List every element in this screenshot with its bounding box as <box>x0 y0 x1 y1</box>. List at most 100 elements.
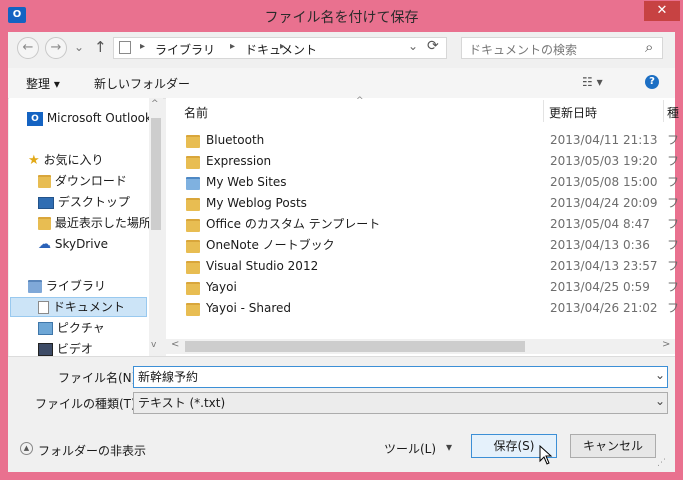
back-button[interactable]: ← <box>17 37 39 59</box>
file-modified: 2013/05/08 15:00 <box>550 175 658 189</box>
sidebar-item-downloads[interactable]: ダウンロード <box>38 171 127 191</box>
table-row[interactable]: Bluetooth 2013/04/11 21:13 フ <box>170 130 679 151</box>
sidebar-item-label: デスクトップ <box>57 195 130 209</box>
document-library-icon <box>119 41 131 54</box>
scroll-right-icon[interactable]: > <box>662 339 670 350</box>
file-type: フ <box>667 133 680 147</box>
filetype-label: ファイルの種類(T): <box>35 397 140 411</box>
refresh-icon[interactable]: ⟳ <box>427 38 439 54</box>
sidebar-item-documents[interactable]: ドキュメント <box>38 297 125 317</box>
sidebar-item-label: お気に入り <box>43 153 104 167</box>
view-options-icon[interactable]: ☷ ▾ <box>582 75 603 89</box>
file-modified: 2013/04/25 0:59 <box>550 280 650 294</box>
sidebar-item-label: Microsoft Outlook <box>46 111 152 125</box>
sidebar-item-label: ピクチャ <box>56 321 105 335</box>
file-modified: 2013/04/11 21:13 <box>550 133 658 147</box>
file-modified: 2013/04/24 20:09 <box>550 196 658 210</box>
search-icon[interactable]: ⌕ <box>645 38 653 56</box>
divider <box>8 356 675 357</box>
folder-icon <box>186 135 200 148</box>
document-icon <box>38 301 49 314</box>
window-title: ファイル名を付けて保存 <box>264 10 419 26</box>
table-row[interactable]: Visual Studio 2012 2013/04/13 23:57 フ <box>170 256 679 277</box>
forward-button[interactable]: → <box>45 37 67 59</box>
file-modified: 2013/05/04 8:47 <box>550 217 650 231</box>
table-row[interactable]: My Web Sites 2013/05/08 15:00 フ <box>170 172 679 193</box>
hide-folders-button[interactable]: フォルダーの非表示 <box>38 442 146 459</box>
organize-menu[interactable]: 整理 ▾ <box>26 75 60 92</box>
video-icon <box>38 343 53 356</box>
picture-icon <box>38 322 53 335</box>
file-modified: 2013/04/26 21:02 <box>550 301 658 315</box>
filename-label: ファイル名(N): <box>58 371 141 385</box>
file-type: フ <box>667 196 680 210</box>
column-header-modified[interactable]: 更新日時 <box>549 104 597 121</box>
column-header-name[interactable]: 名前 <box>184 104 208 121</box>
sidebar-item-desktop[interactable]: デスクトップ <box>38 192 130 212</box>
recent-locations-icon[interactable]: ⌄ <box>74 40 84 54</box>
file-modified: 2013/04/13 0:36 <box>550 238 650 252</box>
table-row[interactable]: Expression 2013/05/03 19:20 フ <box>170 151 679 172</box>
sidebar-item-recent-places[interactable]: 最近表示した場所 <box>38 213 151 233</box>
desktop-icon <box>38 196 54 209</box>
sidebar-item-favorites[interactable]: ★ お気に入り <box>28 150 104 170</box>
mouse-cursor-icon <box>539 445 553 465</box>
file-type: フ <box>667 238 680 252</box>
new-folder-button[interactable]: 新しいフォルダー <box>94 75 190 92</box>
search-input[interactable]: ドキュメントの検索 <box>469 41 577 58</box>
column-divider[interactable] <box>543 100 544 122</box>
sidebar-item-label: ライブラリ <box>45 279 106 293</box>
scroll-up-icon[interactable]: ^ <box>151 99 159 109</box>
table-row[interactable]: OneNote ノートブック 2013/04/13 0:36 フ <box>170 235 679 256</box>
column-header-type[interactable]: 種 <box>667 104 679 121</box>
file-name: My Web Sites <box>206 175 287 189</box>
close-button[interactable]: ✕ <box>644 1 680 21</box>
column-divider[interactable] <box>663 100 664 122</box>
folder-icon <box>186 198 200 211</box>
table-row[interactable]: Yayoi - Shared 2013/04/26 21:02 フ <box>170 298 679 319</box>
breadcrumb-separator-icon[interactable]: ▸ <box>140 41 145 52</box>
tools-dropdown-icon[interactable]: ▾ <box>446 440 452 454</box>
sidebar-item-outlook[interactable]: O Microsoft Outlook <box>27 108 152 128</box>
sidebar-item-label: ダウンロード <box>54 174 127 188</box>
filename-field[interactable]: 新幹線予約 <box>133 366 668 388</box>
file-name: Yayoi - Shared <box>206 301 292 315</box>
file-name: Visual Studio 2012 <box>206 259 319 273</box>
sidebar-item-libraries[interactable]: ライブラリ <box>28 276 106 296</box>
tools-menu[interactable]: ツール(L) <box>384 440 436 457</box>
address-dropdown-icon[interactable]: ⌄ <box>408 39 418 53</box>
sidebar-item-skydrive[interactable]: ☁ SkyDrive <box>38 234 108 254</box>
star-icon: ★ <box>28 153 40 168</box>
collapse-up-icon[interactable]: ▲ <box>20 442 33 455</box>
filename-dropdown-icon[interactable]: ⌄ <box>655 368 665 382</box>
web-folder-icon <box>186 177 200 190</box>
scroll-left-icon[interactable]: < <box>171 339 179 350</box>
file-name: Office のカスタム テンプレート <box>206 217 381 231</box>
filetype-dropdown-icon[interactable]: ⌄ <box>655 394 665 408</box>
resize-grip-icon[interactable]: ⋰ <box>657 458 666 468</box>
breadcrumb-separator-icon[interactable]: ▸ <box>280 41 285 52</box>
filetype-select[interactable]: テキスト (*.txt) <box>133 392 668 414</box>
scroll-down-icon[interactable]: v <box>151 340 156 350</box>
sidebar-item-pictures[interactable]: ピクチャ <box>38 318 105 338</box>
hscroll-thumb[interactable] <box>185 341 525 352</box>
table-row[interactable]: Yayoi 2013/04/25 0:59 フ <box>170 277 679 298</box>
folder-icon <box>186 303 200 316</box>
breadcrumb-libraries[interactable]: ライブラリ <box>155 41 215 58</box>
cancel-button[interactable]: キャンセル <box>570 434 656 458</box>
table-row[interactable]: My Weblog Posts 2013/04/24 20:09 フ <box>170 193 679 214</box>
table-row[interactable]: Office のカスタム テンプレート 2013/05/04 8:47 フ <box>170 214 679 235</box>
library-icon <box>28 280 42 293</box>
folder-icon <box>186 240 200 253</box>
sidebar-item-label: ビデオ <box>56 342 93 356</box>
help-icon[interactable]: ? <box>645 75 659 89</box>
file-type: フ <box>667 259 680 273</box>
up-folder-button[interactable]: ↑ <box>94 38 107 56</box>
sidebar-scroll-thumb[interactable] <box>151 118 161 230</box>
file-type: フ <box>667 301 680 315</box>
breadcrumb-separator-icon[interactable]: ▸ <box>230 41 235 52</box>
file-type: フ <box>667 154 680 168</box>
file-type: フ <box>667 175 680 189</box>
folder-icon <box>186 261 200 274</box>
folder-icon <box>186 156 200 169</box>
